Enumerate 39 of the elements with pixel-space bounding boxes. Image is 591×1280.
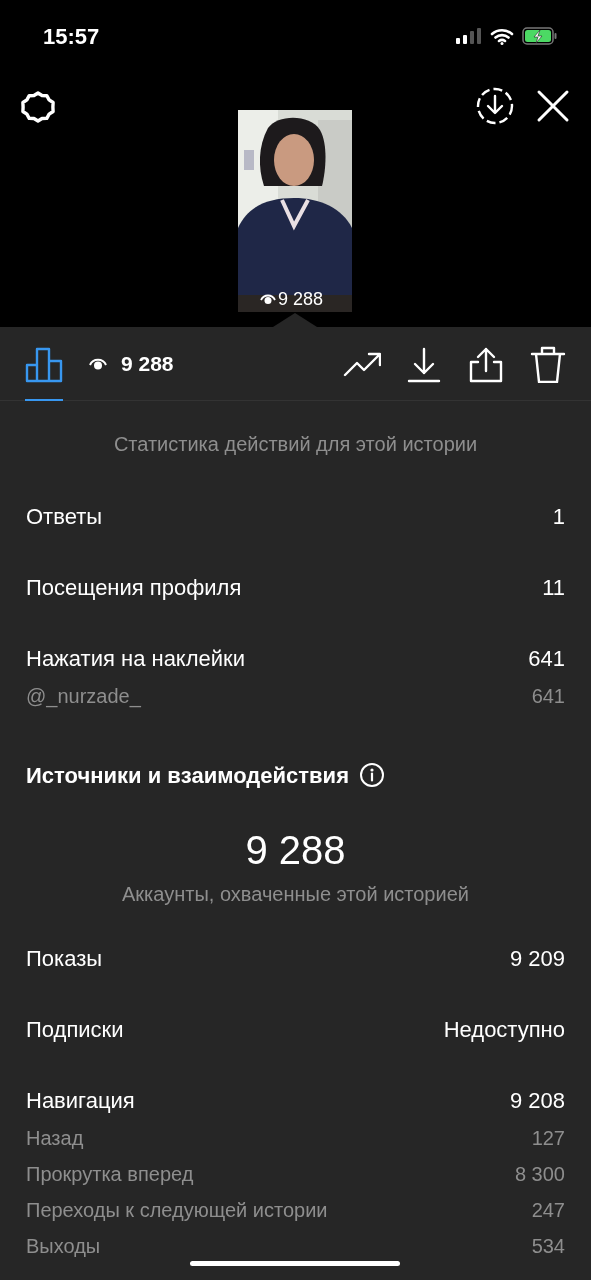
stat-label: Выходы — [26, 1234, 101, 1259]
section-subtitle: Статистика действий для этой истории — [113, 432, 478, 456]
battery-charging-icon — [522, 27, 558, 45]
stat-value: 641 — [531, 684, 565, 709]
stat-label: Назад — [26, 1126, 84, 1151]
stat-value: 1 — [552, 502, 565, 531]
tab[interactable]: 9 288 — [89, 327, 174, 400]
stat-label: Нажатия на наклейки — [26, 644, 245, 673]
stat-value: 534 — [531, 1234, 565, 1259]
stat-label: Подписки — [26, 1015, 124, 1044]
info-icon[interactable] — [359, 762, 385, 788]
download-circle-icon[interactable] — [475, 86, 515, 126]
stat-value: 641 — [528, 644, 565, 673]
signal-icon — [456, 28, 482, 44]
stat-value: 8 300 — [514, 1162, 565, 1187]
section-title: Источники и взаимодействия — [26, 761, 349, 790]
status-time: 15:57 — [43, 22, 100, 51]
stat-label: Навигация — [26, 1086, 135, 1115]
eye-icon — [89, 356, 107, 371]
stat-value: 127 — [531, 1126, 565, 1151]
section-subtitle: Аккаунты, охваченные этой историей — [122, 882, 469, 906]
total-count: 9 288 — [245, 828, 346, 872]
stat-label: Переходы к следующей истории — [26, 1198, 328, 1223]
settings-icon[interactable] — [20, 89, 56, 125]
stat-label: Прокрутка вперед — [26, 1162, 194, 1187]
stat-value: 9 208 — [509, 1086, 565, 1115]
stat-label: Показы — [26, 944, 103, 973]
stat-value: 247 — [531, 1198, 565, 1223]
eye-icon — [260, 292, 276, 306]
stat-value: 9 209 — [509, 944, 565, 973]
trash-icon[interactable] — [529, 344, 567, 383]
stat-label: @_nurzade_ — [26, 684, 141, 710]
stat-value: Недоступно — [443, 1015, 565, 1044]
wifi-icon — [490, 27, 514, 45]
stat-label: Ответы — [26, 502, 103, 531]
close-icon[interactable] — [535, 88, 571, 124]
stat-value: 11 — [542, 573, 565, 602]
view-count: 9 288 — [278, 290, 324, 308]
stat-label: Посещения профиля — [26, 573, 242, 602]
